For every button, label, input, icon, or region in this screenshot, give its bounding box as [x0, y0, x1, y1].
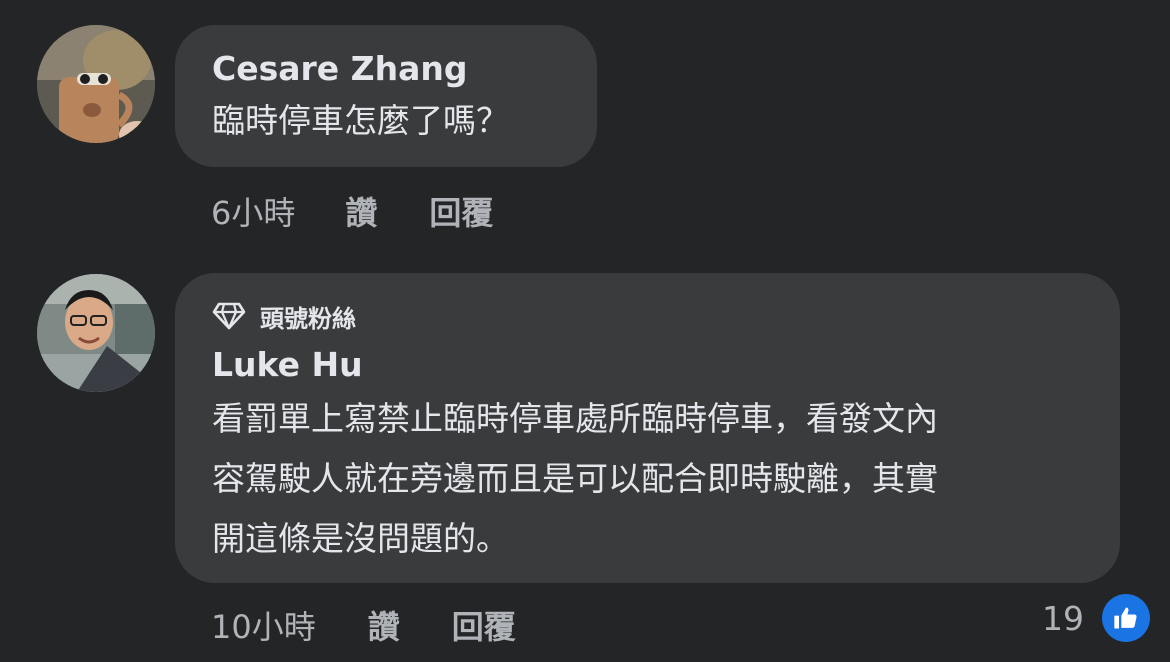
avatar-image	[37, 25, 155, 143]
reply-button[interactable]: 回覆	[452, 602, 516, 648]
comment-actions: 6小時 讚 回覆	[211, 188, 493, 234]
like-button[interactable]: 讚	[368, 602, 400, 648]
comment-author[interactable]: Cesare Zhang	[212, 49, 597, 89]
comment-actions: 10小時 讚 回覆	[211, 602, 516, 648]
comment-text-line: 開這條是沒問題的。	[212, 519, 509, 558]
avatar-image	[37, 274, 155, 392]
comment-text-line: 容駕駛人就在旁邊而且是可以配合即時駛離，其實	[212, 459, 938, 498]
comment-text: 看罰單上寫禁止臨時停車處所臨時停車，看發文內 容駕駛人就在旁邊而且是可以配合即時…	[212, 389, 1120, 569]
avatar-luke-hu[interactable]	[37, 274, 155, 392]
reaction-count: 19	[1042, 598, 1084, 638]
top-fan-badge[interactable]: 頭號粉絲	[212, 299, 1120, 333]
comment-bubble: Cesare Zhang 臨時停車怎麼了嗎？	[175, 25, 597, 167]
comment-timestamp[interactable]: 10小時	[211, 602, 316, 648]
comment-text-line: 看罰單上寫禁止臨時停車處所臨時停車，看發文內	[212, 399, 938, 438]
thumbs-up-icon	[1102, 594, 1150, 642]
comment-bubble: 頭號粉絲 Luke Hu 看罰單上寫禁止臨時停車處所臨時停車，看發文內 容駕駛人…	[175, 273, 1120, 583]
badge-label: 頭號粉絲	[260, 304, 356, 333]
diamond-icon	[212, 302, 246, 330]
comment-text: 臨時停車怎麼了嗎？	[212, 101, 509, 140]
reply-button[interactable]: 回覆	[429, 188, 493, 234]
reaction-summary[interactable]: 19	[1042, 594, 1150, 642]
comment-author[interactable]: Luke Hu	[212, 345, 1120, 385]
comment-timestamp[interactable]: 6小時	[211, 188, 295, 234]
like-button[interactable]: 讚	[345, 188, 377, 234]
avatar-cesare-zhang[interactable]	[37, 25, 155, 143]
